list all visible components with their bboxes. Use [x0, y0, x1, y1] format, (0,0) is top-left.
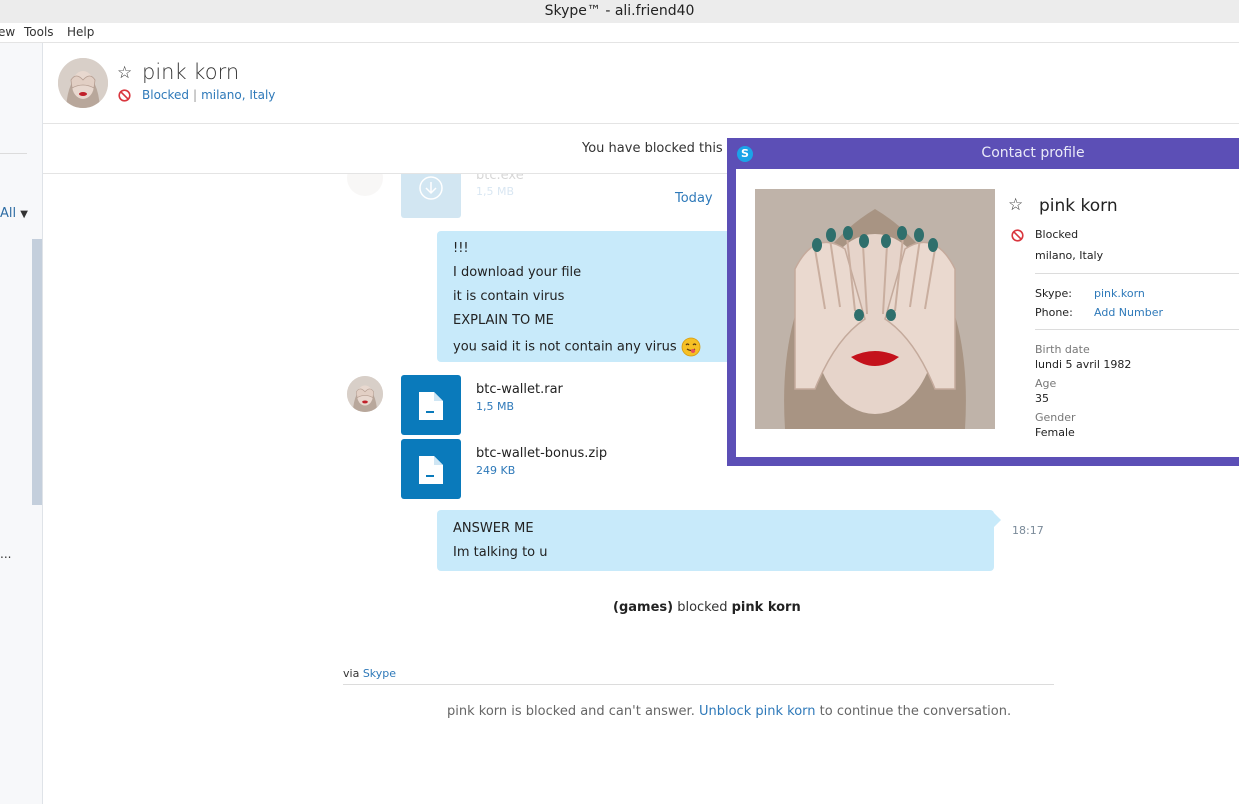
age-label: Age	[1035, 377, 1057, 390]
gender-label: Gender	[1035, 411, 1076, 424]
contact-status-line: Blocked | milano, Italy	[142, 88, 275, 102]
message-line: you said it is not contain any virus	[453, 337, 701, 357]
menu-bar: ew Tools Help	[0, 23, 1239, 43]
menu-item-view[interactable]: ew	[0, 23, 15, 42]
blocked-footer: pink korn is blocked and can't answer. U…	[447, 704, 1011, 719]
message-line: !!!	[453, 241, 469, 256]
status-separator: |	[193, 88, 198, 102]
filter-dropdown[interactable]: All ▼	[0, 206, 28, 221]
footer-text: pink korn is blocked and can't answer.	[447, 704, 695, 719]
file-size: 249 KB	[476, 464, 516, 477]
via-skype-link[interactable]: Skype	[363, 667, 396, 680]
contacts-sidebar: All ▼ ...	[0, 43, 43, 804]
conversation-header: ☆ pink korn Blocked | milano, Italy	[43, 43, 1239, 124]
file-name[interactable]: btc-wallet.rar	[476, 382, 563, 397]
download-icon	[419, 176, 443, 200]
skype-id-value[interactable]: pink.korn	[1094, 287, 1145, 300]
bubble-tail	[993, 512, 1001, 528]
favorite-star-icon[interactable]: ☆	[117, 63, 132, 83]
document-icon	[419, 392, 443, 420]
filter-label: All	[0, 206, 17, 221]
window-title: Skype™ - ali.friend40	[544, 3, 695, 19]
avatar[interactable]	[58, 58, 108, 108]
profile-divider	[1035, 273, 1239, 274]
file-tile[interactable]	[401, 439, 461, 499]
system-message: (games) blocked pink korn	[613, 600, 801, 615]
blocked-icon	[118, 89, 131, 102]
profile-body: ☆ pink korn Blocked milano, Italy Skype:…	[736, 169, 1239, 457]
truncated-contact-text: ...	[0, 547, 12, 561]
system-action: blocked	[677, 600, 728, 615]
avatar-image	[58, 58, 108, 108]
system-target: pink korn	[731, 600, 801, 615]
file-size: 1,5 MB	[476, 400, 515, 413]
message-line: ANSWER ME	[453, 521, 534, 536]
date-divider: Today	[675, 191, 713, 206]
favorite-star-icon[interactable]: ☆	[1008, 195, 1023, 215]
add-number-link[interactable]: Add Number	[1094, 306, 1163, 319]
gender-value: Female	[1035, 426, 1075, 439]
blocked-icon	[1011, 229, 1024, 242]
file-name: btc.exe	[476, 174, 524, 183]
message-line: I download your file	[453, 265, 582, 280]
via-line: via Skype	[343, 667, 396, 680]
document-icon	[419, 456, 443, 484]
via-prefix: via	[343, 667, 360, 680]
profile-window-title: Contact profile	[981, 145, 1085, 161]
skype-id-label: Skype:	[1035, 287, 1072, 300]
profile-photo-image	[755, 189, 995, 429]
message-line: Im talking to u	[453, 545, 548, 560]
birth-date-value: lundi 5 avril 1982	[1035, 358, 1132, 371]
phone-label: Phone:	[1035, 306, 1073, 319]
profile-location: milano, Italy	[1035, 249, 1104, 262]
system-actor: (games)	[613, 600, 674, 615]
profile-divider	[1035, 329, 1239, 330]
message-timestamp: 18:17	[1012, 524, 1044, 537]
sidebar-divider	[0, 153, 27, 154]
contact-profile-window: S Contact profile ☆ pink korn Blocked mi…	[727, 138, 1239, 466]
file-name[interactable]: btc-wallet-bonus.zip	[476, 446, 607, 461]
file-download-tile[interactable]	[401, 174, 461, 218]
contact-location: milano, Italy	[201, 88, 276, 102]
profile-photo	[755, 189, 995, 429]
age-value: 35	[1035, 392, 1049, 405]
message-line: EXPLAIN TO ME	[453, 313, 554, 328]
birth-date-label: Birth date	[1035, 343, 1090, 356]
avatar-image	[347, 376, 383, 412]
sidebar-scrollbar[interactable]	[32, 239, 42, 505]
sender-avatar[interactable]	[347, 376, 383, 412]
profile-status: Blocked	[1035, 228, 1079, 241]
contact-name: pink korn	[142, 60, 240, 84]
contact-status: Blocked	[142, 88, 190, 102]
footer-text-after: to continue the conversation.	[819, 704, 1012, 719]
window-titlebar: Skype™ - ali.friend40	[0, 0, 1239, 23]
outgoing-message[interactable]: ANSWER ME Im talking to u	[437, 510, 994, 571]
file-size: 1,5 MB	[476, 185, 515, 198]
message-text: you said it is not contain any virus	[453, 339, 677, 355]
message-line: it is contain virus	[453, 289, 565, 304]
profile-name: pink korn	[1039, 196, 1118, 216]
tongue-emoji-icon	[681, 337, 701, 357]
avatar	[347, 174, 383, 196]
blocked-banner-text: You have blocked this co	[582, 141, 742, 156]
file-tile[interactable]	[401, 375, 461, 435]
chevron-down-icon: ▼	[20, 209, 28, 220]
menu-item-tools[interactable]: Tools	[24, 23, 54, 42]
divider	[343, 684, 1054, 685]
menu-item-help[interactable]: Help	[67, 23, 94, 42]
unblock-link[interactable]: Unblock pink korn	[699, 704, 816, 719]
